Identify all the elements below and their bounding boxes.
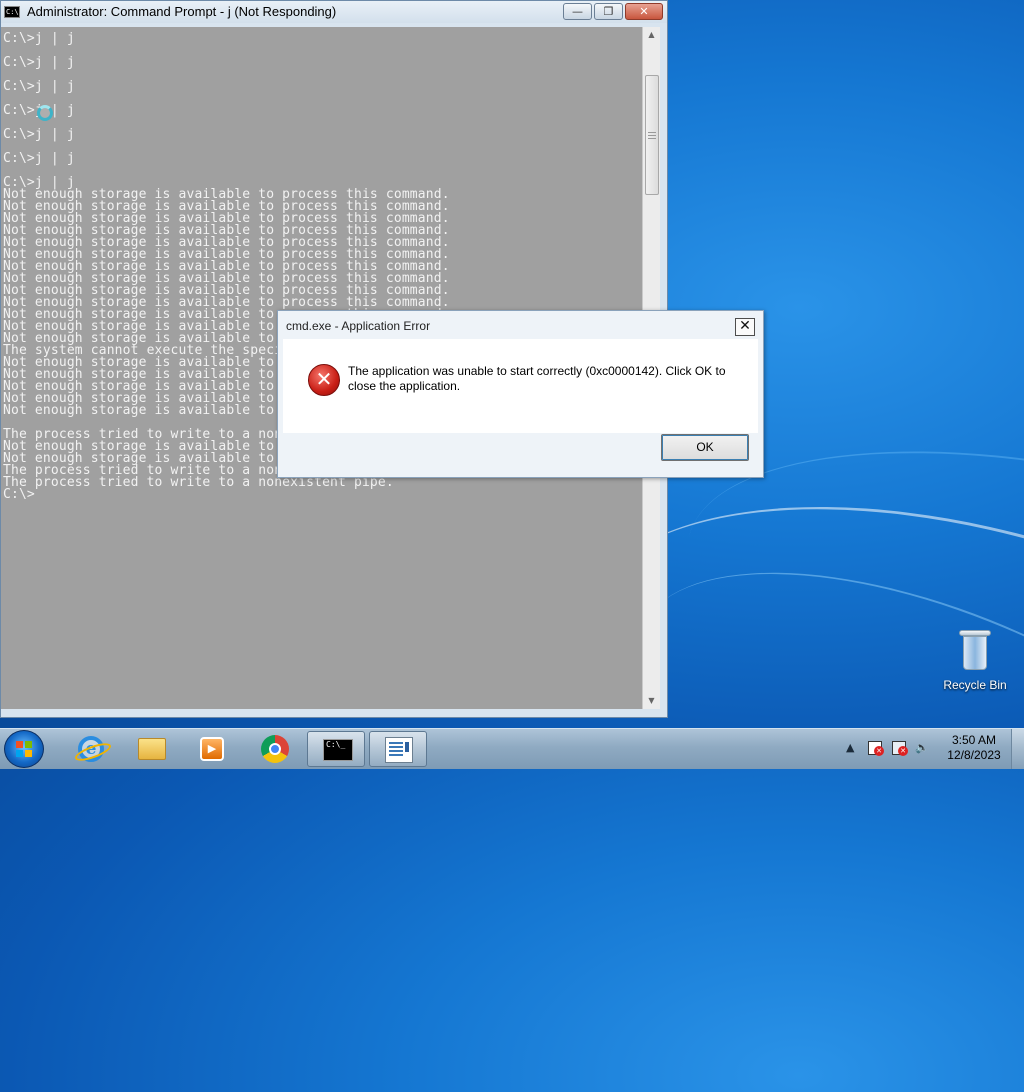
- busy-cursor-icon: [37, 105, 53, 121]
- recycle-bin-icon: [959, 630, 991, 670]
- command-prompt-icon: C:\_: [323, 739, 353, 761]
- recycle-bin-shortcut[interactable]: Recycle Bin: [935, 630, 1015, 700]
- internet-explorer-icon: e: [78, 736, 104, 762]
- dialog-body: ✕ The application was unable to start co…: [283, 339, 758, 433]
- taskbar-media-player[interactable]: ▶: [181, 731, 239, 767]
- taskbar-chrome[interactable]: [245, 731, 303, 767]
- taskbar-internet-explorer[interactable]: e: [60, 731, 118, 767]
- error-message: The application was unable to start corr…: [348, 364, 726, 393]
- maximize-button[interactable]: ❐: [594, 3, 623, 20]
- ok-button[interactable]: OK: [661, 434, 749, 461]
- minimize-button[interactable]: —: [563, 3, 592, 20]
- action-center-icon[interactable]: [868, 741, 884, 756]
- grip-icon: [648, 132, 656, 139]
- taskbar: e ▶ C:\_ ▲ 🔈 3:50 AM 12/8/2023: [0, 728, 1024, 769]
- cmd-app-icon[interactable]: C:\: [4, 6, 20, 18]
- scroll-up-arrow-icon[interactable]: ▲: [643, 27, 660, 43]
- window-titlebar[interactable]: C:\ Administrator: Command Prompt - j (N…: [1, 1, 667, 23]
- show-hidden-icons-arrow-icon[interactable]: ▲: [846, 741, 854, 754]
- show-desktop-button[interactable]: [1011, 729, 1024, 769]
- chrome-icon: [261, 735, 289, 763]
- recycle-bin-label: Recycle Bin: [943, 678, 1007, 692]
- window-title: Administrator: Command Prompt - j (Not R…: [27, 4, 337, 19]
- dialog-title: cmd.exe - Application Error: [286, 319, 431, 333]
- scroll-down-arrow-icon[interactable]: ▼: [643, 693, 660, 709]
- application-error-dialog[interactable]: cmd.exe - Application Error ✕ ✕ The appl…: [277, 310, 764, 478]
- clock-time: 3:50 AM: [951, 733, 997, 747]
- application-window-icon: [385, 737, 413, 763]
- volume-muted-icon[interactable]: 🔈: [915, 741, 929, 755]
- start-button[interactable]: [4, 730, 44, 768]
- clock-date: 12/8/2023: [947, 748, 1001, 762]
- error-icon: ✕: [308, 364, 340, 396]
- taskbar-clock[interactable]: 3:50 AM 12/8/2023: [945, 733, 1003, 763]
- dialog-close-button[interactable]: ✕: [735, 318, 755, 336]
- windows-logo-icon: [16, 741, 32, 757]
- taskbar-command-prompt[interactable]: C:\_: [307, 731, 365, 767]
- scroll-thumb[interactable]: [645, 75, 659, 195]
- media-player-icon: ▶: [200, 737, 224, 761]
- close-button[interactable]: ✕: [625, 3, 663, 20]
- network-icon[interactable]: [892, 741, 908, 756]
- taskbar-file-explorer[interactable]: [121, 731, 179, 767]
- taskbar-error-app[interactable]: [369, 731, 427, 767]
- folder-icon: [138, 738, 166, 760]
